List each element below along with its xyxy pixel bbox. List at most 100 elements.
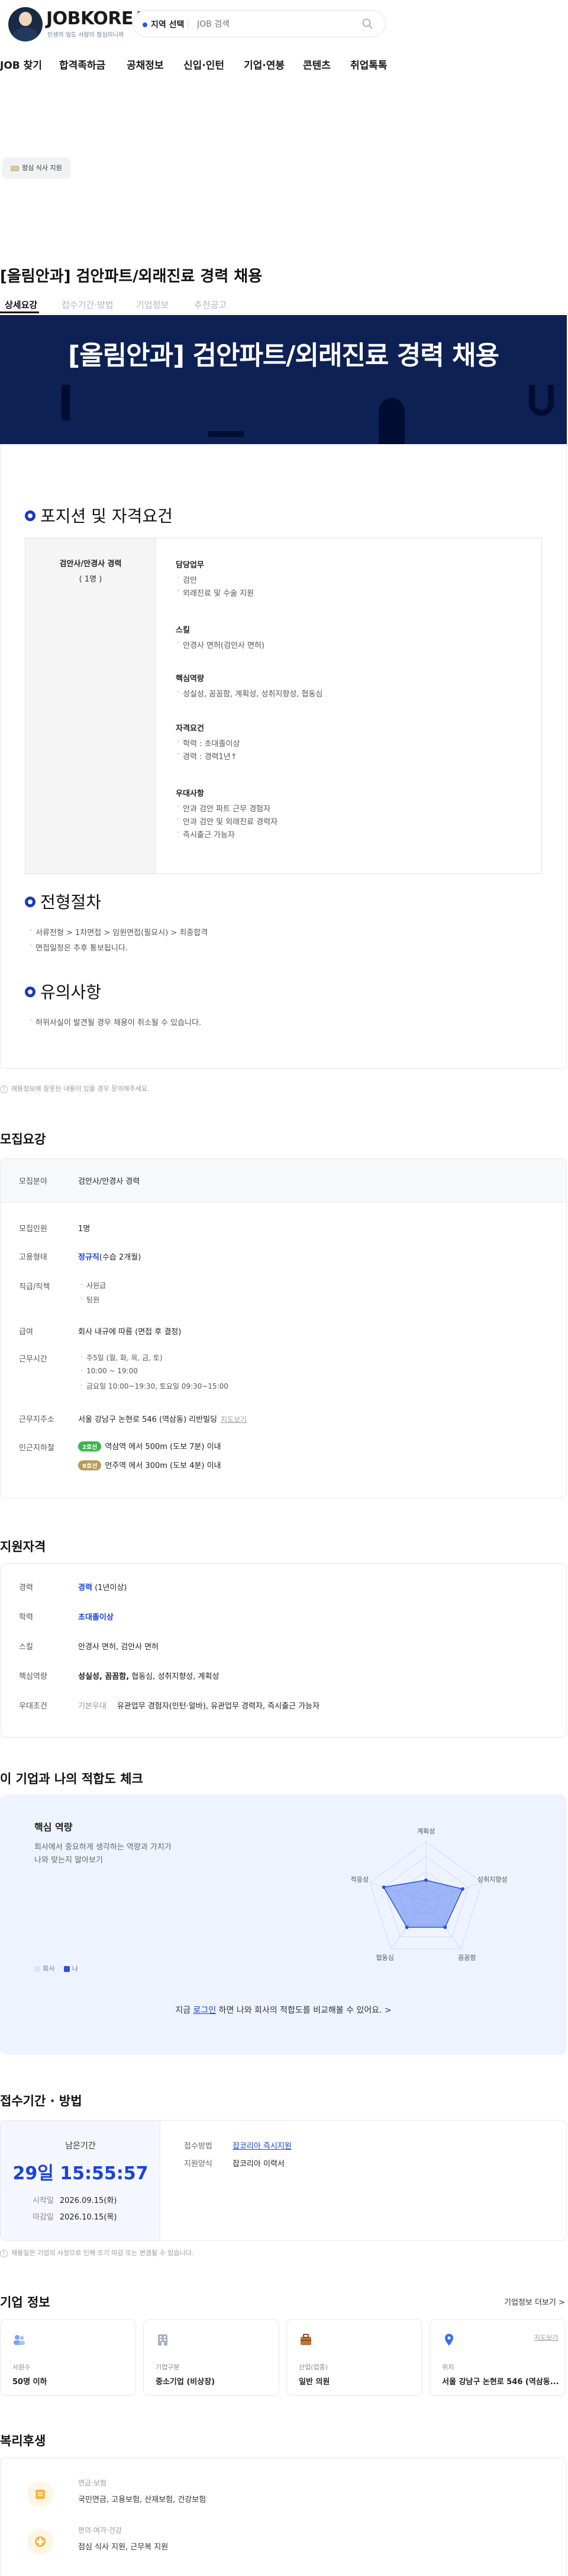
company-type-label: 기업구분 [156, 2363, 180, 2371]
company-card-industry: 산업(업종) 일반 의원 [286, 2319, 422, 2396]
welfare-card [0, 2458, 567, 2576]
nav-public-recruit[interactable]: 공채정보 [127, 57, 164, 72]
radar-axis-label: 꼼꼼함 [458, 1954, 476, 1961]
preference-label: 우대조건 [19, 1702, 47, 1711]
address-label: 근무지주소 [19, 1415, 54, 1424]
group-title: 핵심역량 [176, 674, 204, 683]
tab-detail[interactable]: 상세요강 [5, 298, 37, 311]
education-value: 초대졸이상 [78, 1613, 114, 1622]
rank-value: 사원급 [80, 1280, 106, 1290]
nav-talk[interactable]: 취업톡톡 [350, 57, 388, 72]
group-title: 스킬 [176, 626, 190, 635]
welfare-value: 점심 식사 지원, 근무복 지원 [78, 2543, 169, 2552]
fit-login-cta[interactable]: 지금 로그인 하면 나와 회사의 적합도를 비교해볼 수 있어요. > [0, 2004, 567, 2016]
company-type-value: 중소기업 (비상장) [156, 2378, 215, 2387]
position-column: 검안사/안경사 경력 ( 1명 ) [25, 538, 156, 873]
radar-point [460, 1887, 464, 1891]
apply-card: 남은기간 29일 15:55:57 시작일 2026.09.15(화) 마감일 20… [0, 2120, 567, 2241]
detail-tabs: 상세요강 접수기간·방법 기업정보 추천공고 [0, 295, 568, 314]
nav-contents[interactable]: 콘텐츠 [303, 57, 331, 72]
banner-decoration [379, 398, 405, 444]
login-link[interactable]: 로그인 [193, 2006, 217, 2015]
salary-value: 회사 내규에 따름 (면접 후 결정) [78, 1328, 182, 1337]
benefit-chip[interactable]: 정심 식사 지원 [2, 158, 70, 179]
group-item: 학력 : 초대졸이상 [177, 737, 240, 749]
skill-label: 스킬 [19, 1643, 33, 1652]
nav-company-salary[interactable]: 기업·연봉 [244, 57, 285, 72]
chevron-right-icon: > [559, 2298, 565, 2307]
search-icon[interactable] [362, 18, 373, 30]
banner-decoration [62, 385, 70, 420]
subway-row: 9호선 언주역 에서 300m (도보 4분) 이내 [78, 1459, 221, 1470]
experience-label: 경력 [19, 1583, 33, 1592]
banner-title: [올림안과] 검안파트/외래진료 경력 채용 [68, 341, 499, 371]
location-select-button[interactable]: 지역 선택 [143, 18, 184, 30]
company-employees-label: 사원수 [12, 2363, 31, 2371]
group-item: 검안 [177, 574, 197, 585]
position-name: 검안사/안경사 경력 [59, 560, 122, 568]
report-notice: ! 채용정보에 잘못된 내용이 있을 경우 문의해주세요. [0, 1084, 150, 1093]
fit-description: 나와 맞는지 알아보기 [34, 1856, 103, 1865]
health-icon [27, 2529, 53, 2555]
logo-mascot-icon[interactable] [8, 7, 43, 41]
apply-title: 접수기간 · 방법 [0, 2094, 82, 2108]
company-map-link[interactable]: 지도보기 [534, 2333, 558, 2342]
tab-company-info[interactable]: 기업정보 [136, 298, 169, 311]
field-value: 검안사/안경사 경력 [78, 1177, 140, 1186]
nav-job-search[interactable]: JOB 찾기 [0, 57, 42, 72]
search-input[interactable] [197, 17, 357, 32]
core-competency-value: 성실성, 꼼꼼함, 협동심, 성취지향성, 계획성 [78, 1672, 220, 1681]
apply-form-label: 지원양식 [184, 2160, 212, 2169]
radar-point [405, 1925, 409, 1929]
group-item: 안경사 면허(검안사 면허) [177, 639, 264, 650]
section-bullet-icon [25, 897, 36, 907]
fit-description: 회사에서 중요하게 생각하는 역량과 가치가 [34, 1843, 172, 1852]
welfare-category: 편의·여가·건강 [78, 2526, 122, 2535]
company-industry-label: 산업(업종) [299, 2363, 328, 2371]
group-title: 자격요건 [176, 724, 204, 733]
page-title: [올림안과] 검안파트/외래진료 경력 채용 [0, 268, 263, 285]
rank-value: 팀원 [80, 1295, 99, 1305]
welfare-title: 복리후생 [0, 2434, 46, 2448]
company-industry-value: 일반 의원 [299, 2378, 330, 2387]
flag-icon [11, 165, 19, 171]
tab-recommended[interactable]: 추천공고 [194, 298, 227, 311]
deadline-panel: 남은기간 29일 15:55:57 시작일 2026.09.15(화) 마감일 20… [1, 2121, 160, 2240]
tab-apply-period[interactable]: 접수기간·방법 [62, 298, 114, 311]
map-link[interactable]: 지도보기 [221, 1415, 247, 1424]
fit-card-title: 핵심 역량 [34, 1822, 73, 1833]
site-header: JOBKOREA 인생의 일도 사람이 점심이니까 지역 선택 JOB 찾기 합… [0, 0, 568, 89]
apply-method-link[interactable]: 잡코리아 즉시지원 [233, 2140, 292, 2151]
education-label: 학력 [19, 1613, 33, 1622]
group-item: 경력 : 경력1년↑ [177, 750, 237, 762]
subway-label: 인근지하철 [19, 1444, 54, 1453]
radar-axis-label: 성취지향성 [477, 1876, 508, 1884]
company-location-label: 위치 [442, 2363, 454, 2371]
company-card-type: 기업구분 중소기업 (비상장) [143, 2319, 279, 2396]
radar-point [424, 1878, 428, 1882]
fit-title: 이 기업과 나의 적합도 체크 [0, 1772, 143, 1786]
process-item: 서류전형 > 1차면접 > 임원면접(필요시) > 최종합격 [30, 926, 208, 937]
remaining-label: 남은기간 [65, 2141, 96, 2151]
requirements-table: 검안사/안경사 경력 ( 1명 ) 담당업무 검안 외래진료 및 수술 지원 스… [25, 538, 542, 874]
hours-value: 10:00 ~ 19:00 [80, 1367, 138, 1375]
remaining-time: 29일 15:55:57 [12, 2163, 149, 2184]
nav-pass-tips[interactable]: 합격족하금 [59, 57, 105, 72]
nav-newcomer-intern[interactable]: 신입·인턴 [183, 57, 224, 72]
logo[interactable]: JOBKOREA [46, 8, 147, 29]
core-competency-label: 핵심역량 [19, 1672, 47, 1681]
radar-point [382, 1885, 386, 1889]
info-icon: ! [0, 2249, 8, 2257]
section-bullet-icon [25, 510, 36, 521]
apply-form-value: 잡코리아 이력서 [233, 2160, 285, 2169]
group-item: 안과 검안 파트 근무 경험자 [177, 802, 270, 814]
skill-value: 안경사 면허, 검안사 면허 [78, 1643, 159, 1652]
logo-tagline: 인생의 일도 사람이 점심이니까 [47, 32, 124, 38]
section-heading: 포지션 및 자격요건 [40, 506, 173, 526]
company-more-link[interactable]: 기업정보 더보기 > [504, 2296, 565, 2307]
legend-swatch-me [63, 1966, 70, 1972]
radar-axis-label: 협동심 [376, 1954, 393, 1961]
group-item: 안과 검안 및 외래진료 경력자 [177, 815, 277, 827]
legend-swatch-company [34, 1966, 40, 1972]
preference-value: 기본우대 유관업무 경험자(인턴·알바), 유관업무 경력자, 즉시출근 가능자 [78, 1702, 320, 1711]
